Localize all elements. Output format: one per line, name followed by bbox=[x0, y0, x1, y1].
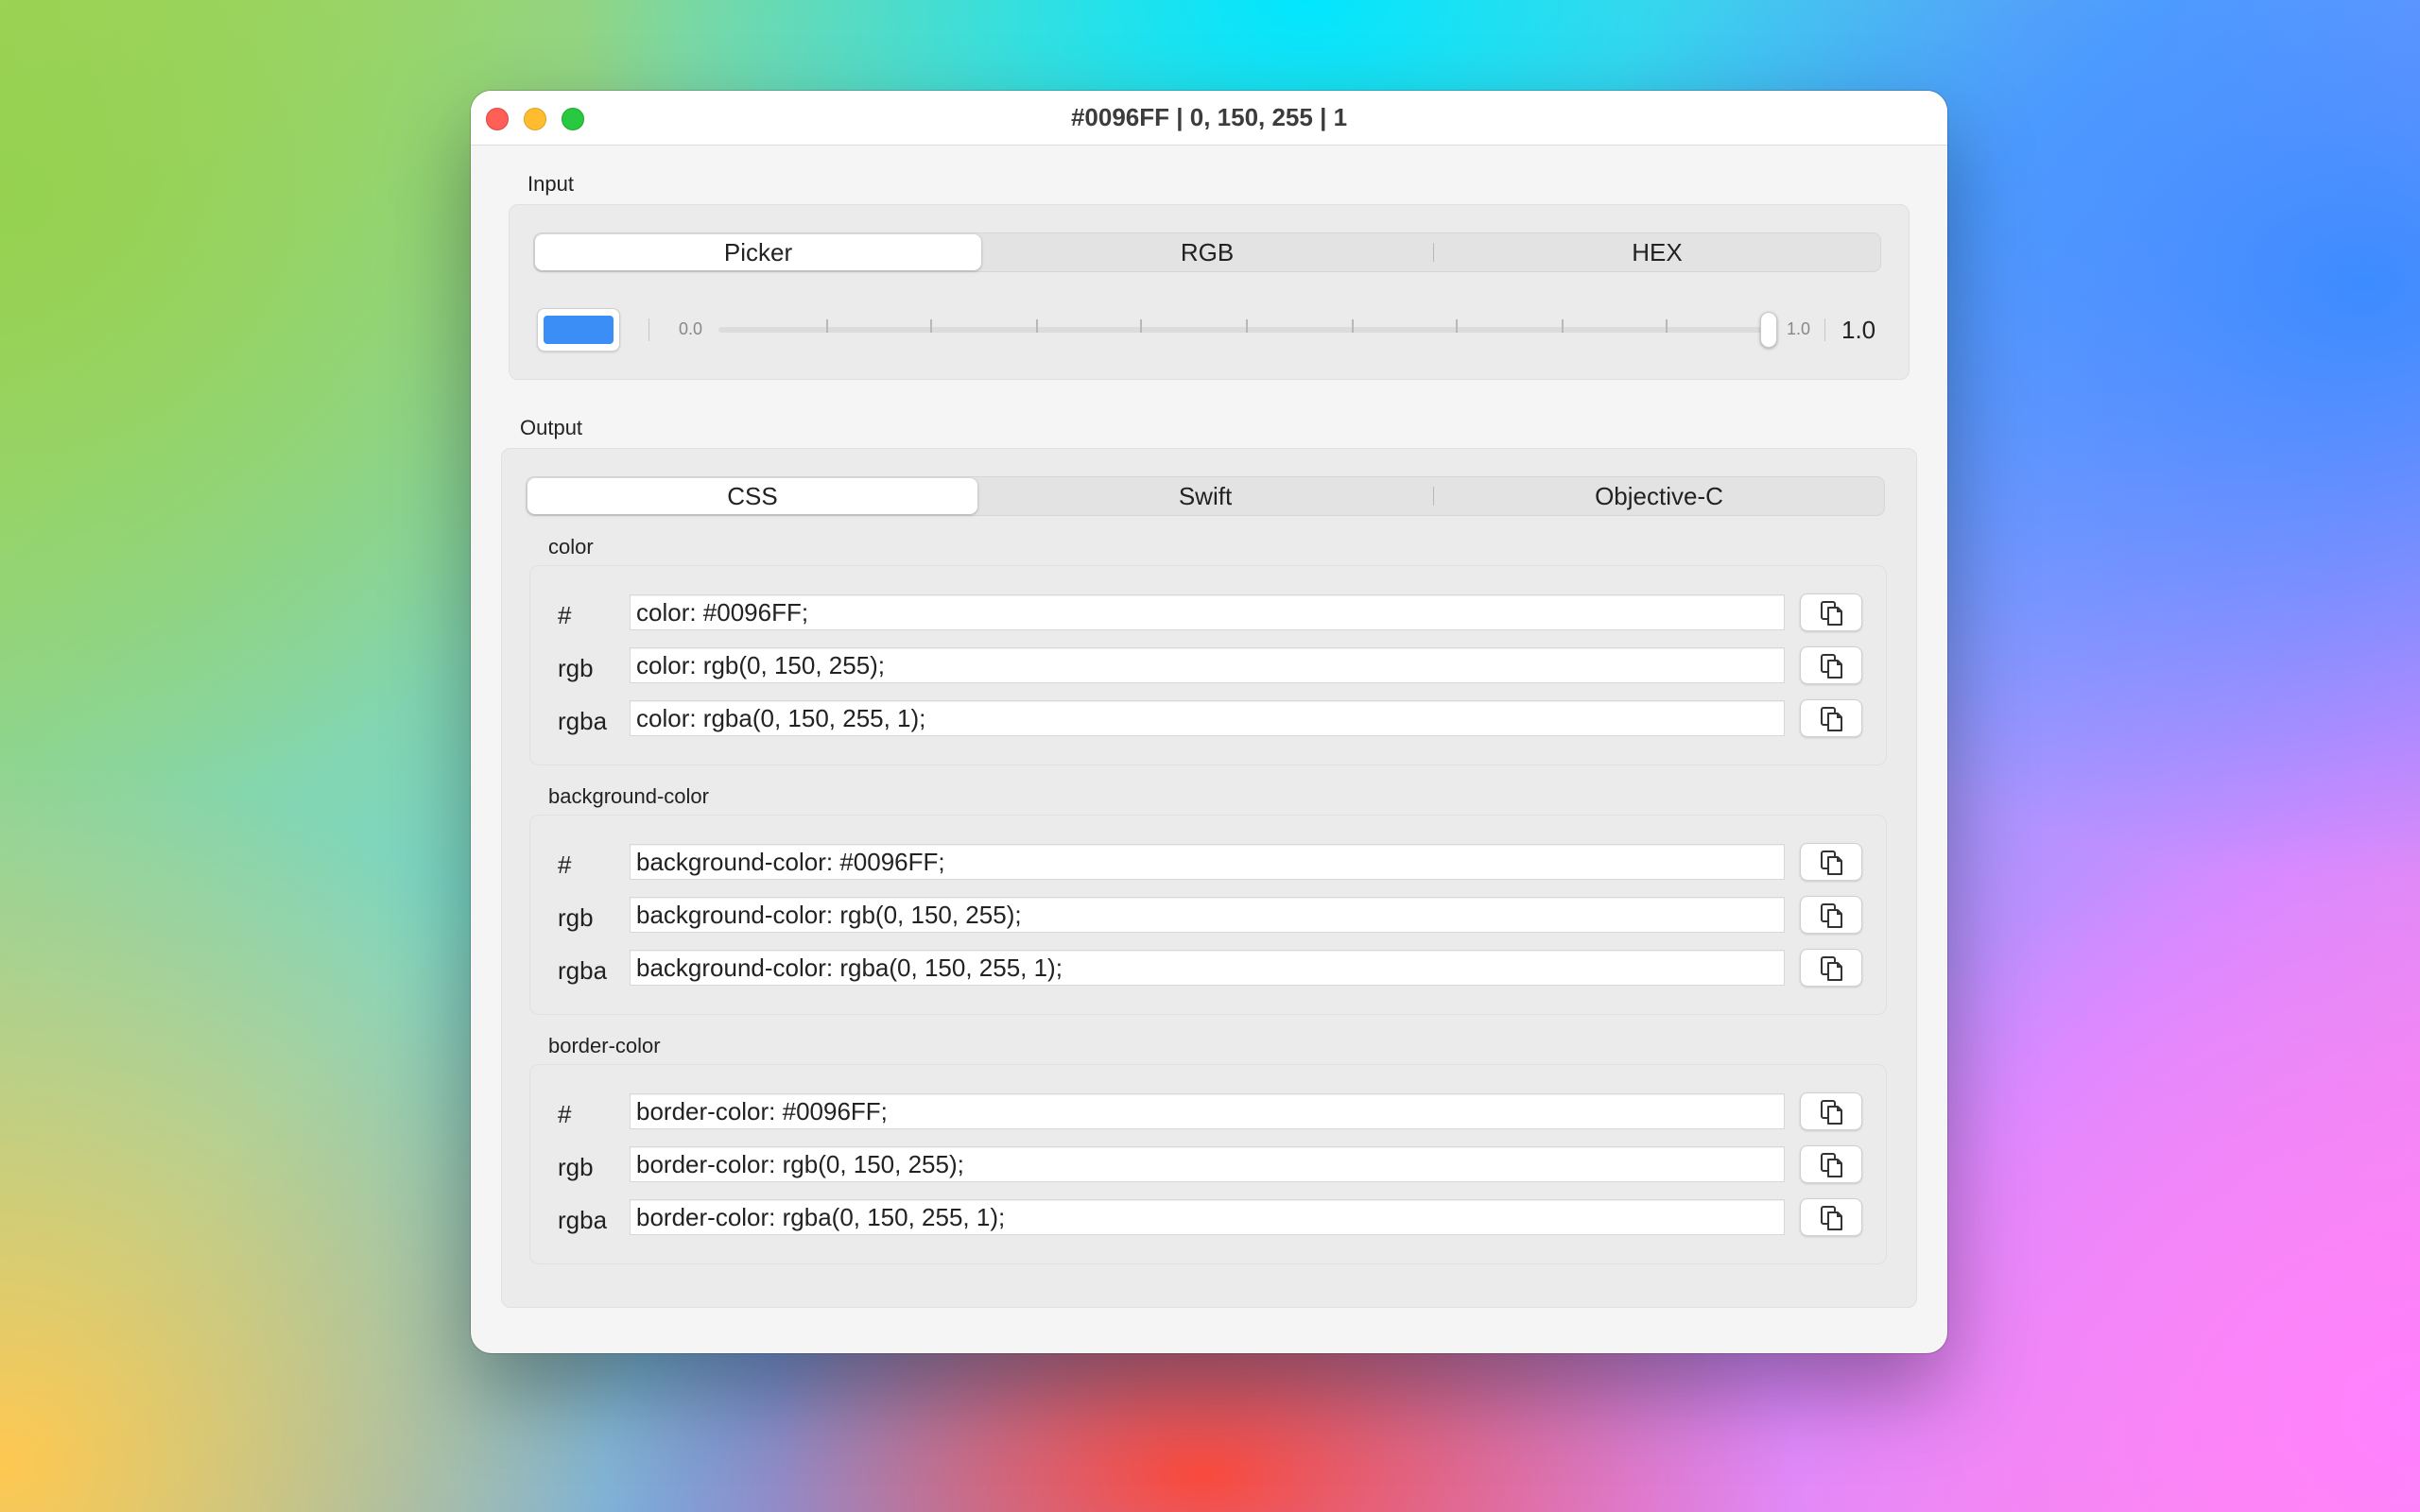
slider-tick bbox=[1666, 319, 1668, 333]
row-key: rgba bbox=[558, 707, 608, 735]
copy-icon bbox=[1821, 601, 1842, 626]
copy-button[interactable] bbox=[1800, 646, 1862, 684]
row-key: rgba bbox=[558, 1206, 608, 1234]
copy-icon bbox=[1821, 1153, 1842, 1177]
slider-tick bbox=[1456, 319, 1458, 333]
title-bar: #0096FF | 0, 150, 255 | 1 bbox=[471, 91, 1947, 146]
code-field[interactable]: color: rgba(0, 150, 255, 1); bbox=[630, 700, 1785, 736]
slider-tick bbox=[1140, 319, 1142, 333]
row-key: rgb bbox=[558, 1153, 594, 1181]
slider-separator-left bbox=[648, 318, 649, 341]
code-field[interactable]: color: rgb(0, 150, 255); bbox=[630, 647, 1785, 683]
tab-picker[interactable]: Picker bbox=[535, 234, 981, 270]
code-field[interactable]: border-color: rgb(0, 150, 255); bbox=[630, 1146, 1785, 1182]
slider-max-label: 1.0 bbox=[1787, 319, 1811, 338]
copy-button[interactable] bbox=[1800, 949, 1862, 987]
tab-swift[interactable]: Swift bbox=[980, 477, 1430, 515]
slider-tick bbox=[930, 319, 932, 333]
row-key: # bbox=[558, 850, 572, 879]
code-field[interactable]: color: #0096FF; bbox=[630, 594, 1785, 630]
slider-tick bbox=[1246, 319, 1248, 333]
row-key: # bbox=[558, 601, 572, 629]
group-label-color: color bbox=[548, 535, 594, 558]
copy-icon bbox=[1821, 707, 1842, 731]
copy-button[interactable] bbox=[1800, 699, 1862, 737]
color-swatch bbox=[544, 316, 614, 344]
copy-icon bbox=[1821, 903, 1842, 928]
tab-css[interactable]: CSS bbox=[527, 478, 977, 514]
copy-icon bbox=[1821, 1100, 1842, 1125]
output-section-label: Output bbox=[520, 416, 583, 439]
output-language-segmented-control: CSS Swift Objective-C bbox=[526, 476, 1885, 516]
slider-min-label: 0.0 bbox=[679, 319, 703, 338]
tab-objective-c[interactable]: Objective-C bbox=[1434, 477, 1884, 515]
copy-button[interactable] bbox=[1800, 896, 1862, 934]
slider-tick bbox=[826, 319, 828, 333]
copy-button[interactable] bbox=[1800, 1145, 1862, 1183]
tab-rgb[interactable]: RGB bbox=[984, 233, 1430, 271]
copy-button[interactable] bbox=[1800, 843, 1862, 881]
slider-tick bbox=[1036, 319, 1038, 333]
row-key: # bbox=[558, 1100, 572, 1128]
alpha-slider-track[interactable] bbox=[718, 327, 1770, 333]
row-key: rgb bbox=[558, 903, 594, 932]
slider-tick bbox=[1352, 319, 1354, 333]
row-key: rgb bbox=[558, 654, 594, 682]
input-section-label: Input bbox=[527, 172, 574, 196]
input-group-box bbox=[509, 204, 1910, 380]
slider-separator-right bbox=[1824, 318, 1825, 341]
copy-icon bbox=[1821, 850, 1842, 875]
copy-button[interactable] bbox=[1800, 1198, 1862, 1236]
tab-hex[interactable]: HEX bbox=[1434, 233, 1880, 271]
copy-icon bbox=[1821, 956, 1842, 981]
code-field[interactable]: background-color: #0096FF; bbox=[630, 844, 1785, 880]
copy-button[interactable] bbox=[1800, 593, 1862, 631]
input-mode-segmented-control: Picker RGB HEX bbox=[533, 232, 1881, 272]
color-well-button[interactable] bbox=[537, 308, 620, 352]
alpha-value: 1.0 bbox=[1841, 316, 1876, 344]
window-title: #0096FF | 0, 150, 255 | 1 bbox=[1070, 103, 1348, 131]
alpha-slider-thumb[interactable] bbox=[1760, 312, 1777, 348]
copy-icon bbox=[1821, 1206, 1842, 1230]
code-field[interactable]: border-color: #0096FF; bbox=[630, 1093, 1785, 1129]
group-label-background-color: background-color bbox=[548, 784, 709, 808]
slider-tick bbox=[1562, 319, 1564, 333]
copy-button[interactable] bbox=[1800, 1092, 1862, 1130]
copy-icon bbox=[1821, 654, 1842, 679]
code-field[interactable]: border-color: rgba(0, 150, 255, 1); bbox=[630, 1199, 1785, 1235]
code-field[interactable]: background-color: rgb(0, 150, 255); bbox=[630, 897, 1785, 933]
row-key: rgba bbox=[558, 956, 608, 985]
group-label-border-color: border-color bbox=[548, 1034, 661, 1057]
code-field[interactable]: background-color: rgba(0, 150, 255, 1); bbox=[630, 950, 1785, 986]
